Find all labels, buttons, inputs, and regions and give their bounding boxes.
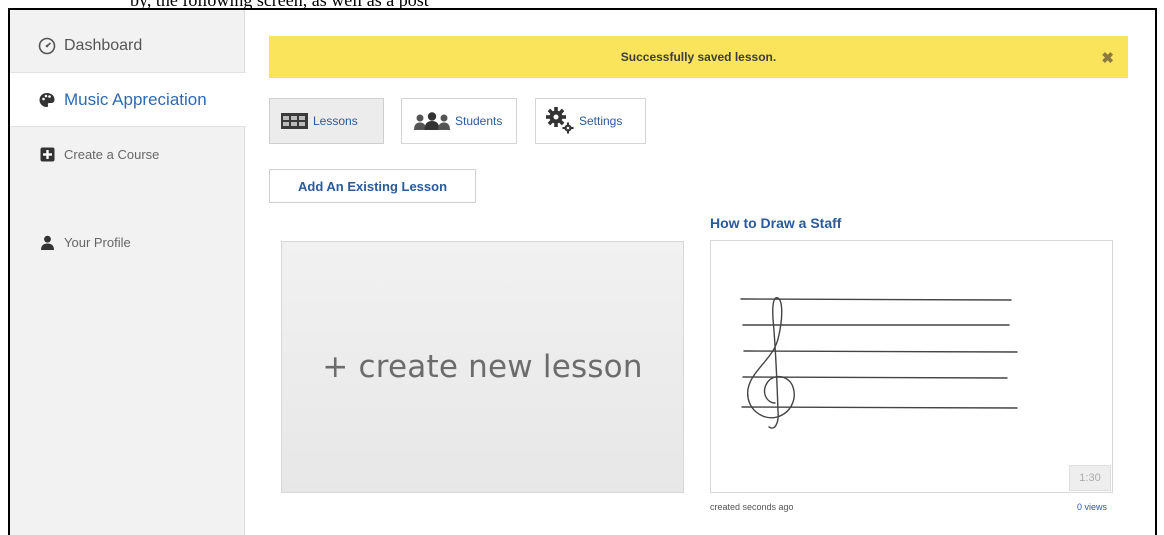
add-existing-lesson-button[interactable]: Add An Existing Lesson (269, 169, 476, 203)
tab-students[interactable]: Students (401, 98, 517, 144)
sidebar-item-your-profile[interactable]: Your Profile (10, 230, 245, 254)
sidebar-item-label: Your Profile (64, 234, 131, 250)
page-top-text: by, the following screen, as well as a p… (0, 0, 1164, 8)
user-icon (38, 233, 56, 251)
sidebar-item-label: Dashboard (64, 37, 143, 54)
sidebar: Dashboard Music Appreciation Create a Co… (10, 10, 246, 535)
tab-lessons[interactable]: Lessons (269, 98, 384, 144)
gears-icon (546, 107, 576, 135)
students-icon (412, 111, 452, 131)
sidebar-item-label: Music Appreciation (64, 89, 207, 109)
sidebar-item-music-appreciation[interactable]: Music Appreciation (10, 72, 246, 127)
close-icon[interactable]: ✖ (1101, 49, 1114, 67)
lesson-created-text: created seconds ago (710, 502, 794, 512)
plus-square-icon (38, 145, 56, 163)
sidebar-item-dashboard[interactable]: Dashboard (10, 30, 245, 62)
alert-message: Successfully saved lesson. (620, 50, 777, 64)
video-duration-badge: 1:30 (1069, 465, 1111, 491)
success-alert: Successfully saved lesson. ✖ (269, 36, 1128, 78)
tab-label: Lessons (313, 114, 358, 128)
lessons-icon (280, 111, 310, 131)
sidebar-item-create-course[interactable]: Create a Course (10, 142, 245, 166)
lesson-video-thumbnail[interactable]: 1:30 (710, 240, 1113, 493)
lesson-views-link[interactable]: 0 views (1077, 502, 1107, 512)
create-new-lesson-label: + create new lesson (322, 349, 643, 385)
create-new-lesson-button[interactable]: + create new lesson (281, 241, 684, 493)
palette-icon (38, 91, 56, 109)
tab-settings[interactable]: Settings (535, 98, 646, 144)
tab-label: Settings (579, 114, 623, 128)
dashboard-icon (38, 37, 56, 55)
tab-label: Students (455, 114, 503, 128)
staff-drawing (740, 296, 1018, 429)
app-window: Dashboard Music Appreciation Create a Co… (8, 8, 1157, 535)
lesson-title-link[interactable]: How to Draw a Staff (710, 215, 841, 231)
sidebar-item-label: Create a Course (64, 146, 160, 162)
